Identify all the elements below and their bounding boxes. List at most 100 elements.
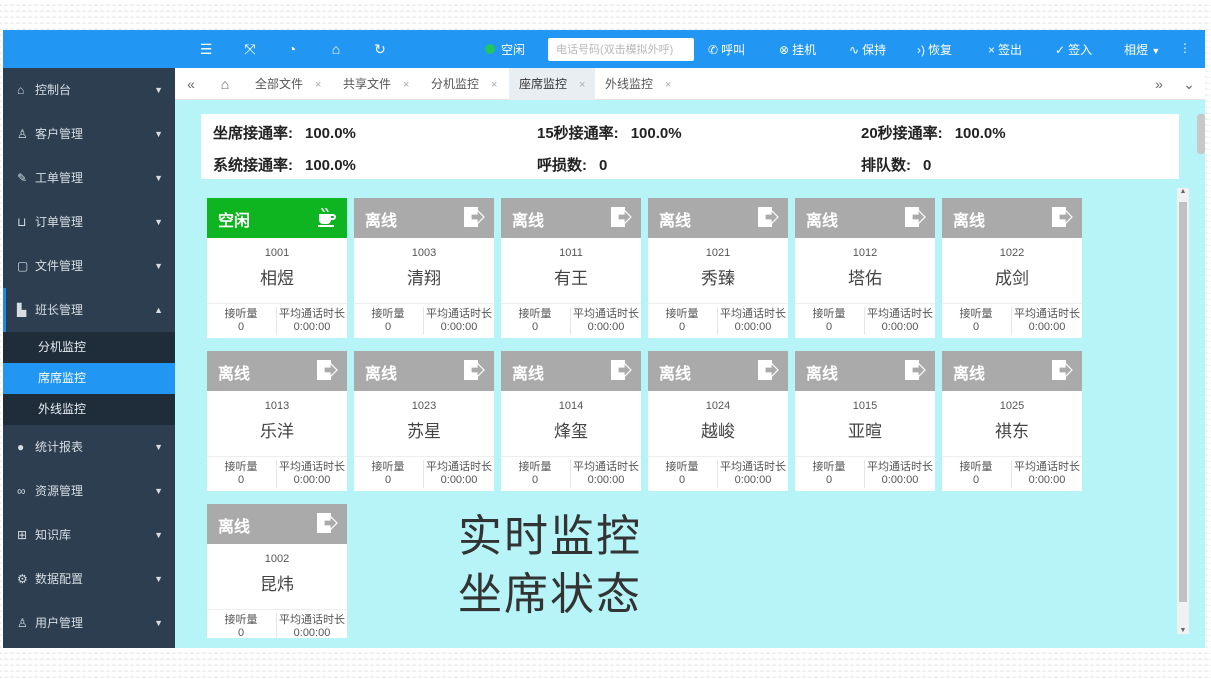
avg-duration-stat: 平均通话时长 0:00:00 — [1014, 461, 1080, 486]
sidebar-sub-line-monitor[interactable]: 外线监控 — [3, 394, 175, 425]
agent-card-header: 离线 — [354, 351, 494, 391]
agent-card-header: 离线 — [207, 351, 347, 391]
close-icon[interactable]: × — [491, 79, 497, 91]
edit-icon: ✎ — [17, 171, 28, 185]
tab-line-monitor[interactable]: 外线监控 × — [605, 68, 671, 100]
agent-card[interactable]: 离线 1003 清翔 接听量 0 平均通话时长 0:00:00 — [354, 198, 494, 338]
app-window: ☰ ⤧ ◔ ⌂ ↻ 空闲 ✆呼叫 ⊗挂机 ∿保持 ›)恢复 ×签出 ✓签入 相煜… — [3, 30, 1205, 648]
phone-number-input[interactable] — [548, 38, 694, 61]
chart-icon: ▙ — [17, 303, 27, 317]
fullscreen-icon[interactable]: ⤧ — [241, 40, 259, 58]
tab-all-files[interactable]: 全部文件 × — [255, 68, 321, 100]
agent-card-footer: 接听量 0 平均通话时长 0:00:00 — [942, 456, 1082, 491]
content-scrollbar[interactable]: ▲ ▼ — [1177, 188, 1189, 634]
agent-card-footer: 接听量 0 平均通话时长 0:00:00 — [942, 303, 1082, 338]
sidebar-item-orders[interactable]: ⊔ 订单管理 ▼ — [3, 200, 175, 244]
close-icon[interactable]: × — [665, 79, 671, 91]
stat-queue-count: 排队数: 0 — [861, 157, 932, 174]
agent-card[interactable]: 离线 1021 秀臻 接听量 0 平均通话时长 0:00:00 — [648, 198, 788, 338]
sidebar-item-console[interactable]: ⌂ 控制台 ▼ — [3, 68, 175, 112]
sidebar-item-resources[interactable]: ∞ 资源管理 ▼ — [3, 469, 175, 513]
agent-name: 秀臻 — [701, 269, 735, 288]
scrollbar-thumb[interactable] — [1179, 202, 1187, 602]
agent-card-header: 离线 — [648, 351, 788, 391]
stat-15s-rate: 15秒接通率: 100.0% — [537, 125, 682, 142]
theme-icon[interactable]: ◔ — [283, 40, 301, 58]
sidebar-item-knowledge[interactable]: ⊞ 知识库 ▼ — [3, 513, 175, 557]
answered-stat: 接听量 0 — [224, 308, 258, 333]
agent-status: 离线 — [365, 366, 398, 383]
agent-card[interactable]: 离线 1002 昆炜 接听量 0 平均通话时长 0:00:00 — [207, 504, 347, 638]
caret-down-icon: ▼ — [154, 129, 163, 139]
sidebar-item-users[interactable]: ♙ 用户管理 ▼ — [3, 601, 175, 645]
agent-card[interactable]: 离线 1024 越峻 接听量 0 平均通话时长 0:00:00 — [648, 351, 788, 491]
tab-scroll-right-icon[interactable]: » — [1149, 68, 1169, 100]
answered-stat: 接听量 0 — [518, 308, 552, 333]
sidebar-sub-extension-monitor[interactable]: 分机监控 — [3, 332, 175, 363]
user-menu[interactable]: 相煜 ▼ — [1124, 41, 1160, 58]
sidebar-item-files[interactable]: ▢ 文件管理 ▼ — [3, 244, 175, 288]
hold-button[interactable]: ∿ 保持 — [849, 41, 886, 58]
avg-duration-stat: 平均通话时长 0:00:00 — [720, 461, 786, 486]
more-icon[interactable]: ⋮ — [1179, 41, 1191, 55]
agent-card-footer: 接听量 0 平均通话时长 0:00:00 — [501, 303, 641, 338]
tab-shared-files[interactable]: 共享文件 × — [343, 68, 409, 100]
agent-card-footer: 接听量 0 平均通话时长 0:00:00 — [354, 303, 494, 338]
agent-card[interactable]: 离线 1025 祺东 接听量 0 平均通话时长 0:00:00 — [942, 351, 1082, 491]
book-icon: ⊞ — [17, 528, 28, 542]
agent-card[interactable]: 离线 1013 乐洋 接听量 0 平均通话时长 0:00:00 — [207, 351, 347, 491]
agent-status-text[interactable]: 空闲 — [501, 41, 525, 58]
logout-icon — [464, 360, 485, 380]
tag-icon[interactable]: ⌂ — [327, 40, 345, 58]
chevron-down-icon[interactable]: ⌄ — [1179, 68, 1199, 100]
sidebar-item-tickets[interactable]: ✎ 工单管理 ▼ — [3, 156, 175, 200]
agent-name: 苏星 — [407, 422, 441, 441]
sidebar-item-supervisor[interactable]: ▙ 班长管理 ▲ — [3, 288, 175, 332]
close-icon[interactable]: × — [315, 79, 321, 91]
stat-20s-rate: 20秒接通率: 100.0% — [861, 125, 1006, 142]
sidebar-item-customers[interactable]: ♙ 客户管理 ▼ — [3, 112, 175, 156]
agent-card[interactable]: 离线 1015 亚暄 接听量 0 平均通话时长 0:00:00 — [795, 351, 935, 491]
resume-button[interactable]: ›) 恢复 — [917, 41, 952, 58]
answered-stat: 接听量 0 — [665, 308, 699, 333]
agent-card[interactable]: 离线 1023 苏星 接听量 0 平均通话时长 0:00:00 — [354, 351, 494, 491]
agent-card-footer: 接听量 0 平均通话时长 0:00:00 — [648, 303, 788, 338]
close-icon[interactable]: × — [403, 79, 409, 91]
agent-card-header: 离线 — [795, 351, 935, 391]
close-icon[interactable]: × — [579, 79, 585, 91]
signout-button[interactable]: × 签出 — [988, 41, 1022, 58]
close-circle-icon: ⊗ — [779, 43, 790, 57]
agent-card-footer: 接听量 0 平均通话时长 0:00:00 — [648, 456, 788, 491]
agent-card[interactable]: 离线 1011 有王 接听量 0 平均通话时长 0:00:00 — [501, 198, 641, 338]
agent-name: 亚暄 — [848, 422, 882, 441]
tab-extension-monitor[interactable]: 分机监控 × — [431, 68, 497, 100]
agent-card[interactable]: 离线 1012 塔佑 接听量 0 平均通话时长 0:00:00 — [795, 198, 935, 338]
file-icon: ▢ — [17, 259, 29, 273]
pie-icon: ● — [17, 440, 25, 454]
page-scrollbar[interactable] — [1197, 114, 1205, 154]
scroll-down-icon[interactable]: ▼ — [1177, 627, 1189, 634]
tab-scroll-left-icon[interactable]: « — [181, 68, 201, 100]
sidebar-sub-seat-monitor[interactable]: 席席监控 — [3, 363, 175, 394]
logout-icon — [758, 360, 779, 380]
logout-icon — [317, 360, 338, 380]
sidebar-item-reports[interactable]: ● 统计报表 ▼ — [3, 425, 175, 469]
agent-card[interactable]: 空闲 1001 相煜 接听量 0 平均通话时长 0:00:00 — [207, 198, 347, 338]
scroll-up-icon[interactable]: ▲ — [1177, 188, 1189, 195]
home-tab-icon[interactable]: ⌂ — [215, 68, 235, 100]
logout-icon — [611, 207, 632, 227]
agent-name: 昆炜 — [260, 575, 294, 594]
call-button[interactable]: ✆ 呼叫 — [708, 41, 745, 58]
tab-seat-monitor[interactable]: 座席监控 × — [509, 68, 596, 100]
refresh-icon[interactable]: ↻ — [371, 40, 389, 58]
agent-card[interactable]: 离线 1014 烽玺 接听量 0 平均通话时长 0:00:00 — [501, 351, 641, 491]
x-icon: × — [988, 43, 996, 57]
agent-name: 有王 — [554, 269, 588, 288]
agent-extension: 1013 — [264, 400, 290, 412]
sidebar-item-data-config[interactable]: ⚙ 数据配置 ▼ — [3, 557, 175, 601]
agent-card[interactable]: 离线 1022 成剑 接听量 0 平均通话时长 0:00:00 — [942, 198, 1082, 338]
hangup-button[interactable]: ⊗ 挂机 — [779, 41, 816, 58]
signin-button[interactable]: ✓ 签入 — [1055, 41, 1092, 58]
sidebar: ⌂ 控制台 ▼ ♙ 客户管理 ▼ ✎ 工单管理 ▼ ⊔ 订单管理 ▼ ▢ 文件管理 ▼ ▙ 班长管理 ▲… — [3, 68, 175, 648]
menu-icon[interactable]: ☰ — [197, 40, 215, 58]
